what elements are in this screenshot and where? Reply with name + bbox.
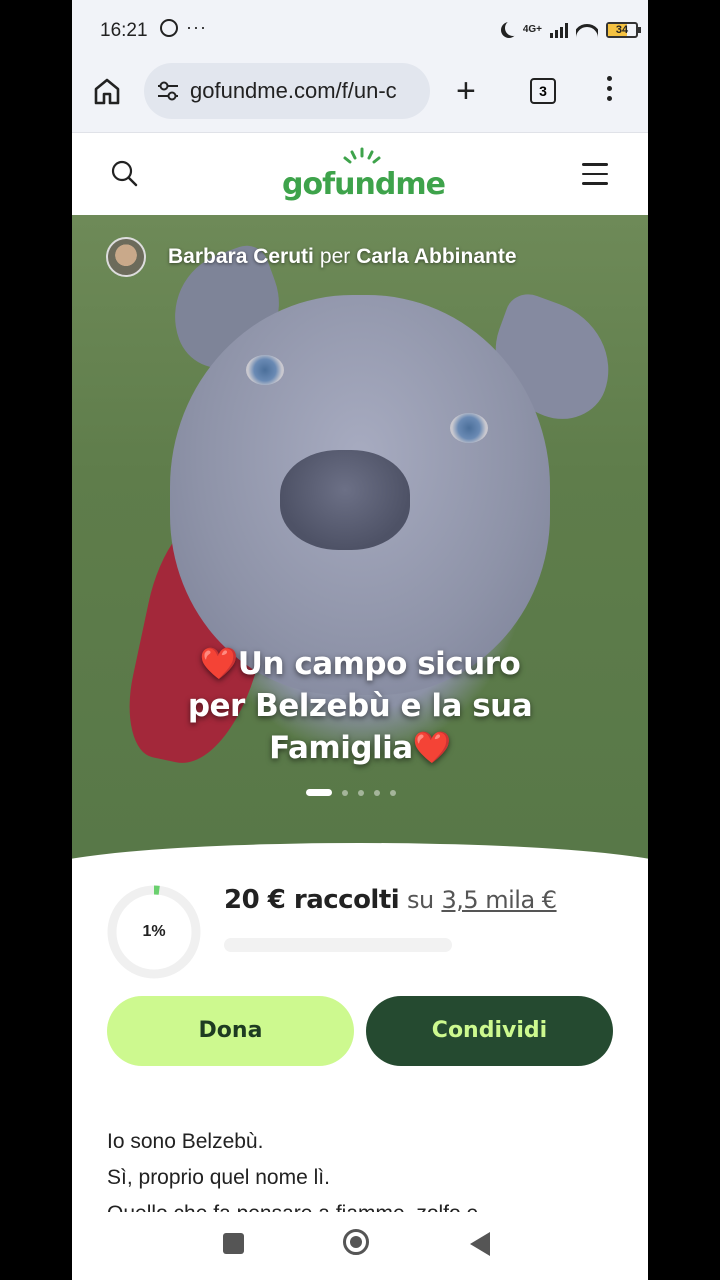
address-bar[interactable]: gofundme.com/f/un-c [144,63,430,119]
organizer-avatar[interactable] [106,237,146,277]
url-text: gofundme.com/f/un-c [190,78,397,103]
battery-icon: 34 [606,22,641,38]
dog-eye-left [246,355,284,385]
battery-level: 34 [615,24,629,36]
story-line: Sì, proprio quel nome lì. [107,1166,330,1189]
hero-curve-divider [72,843,648,860]
site-header: gofundme [72,133,648,215]
gofundme-logo[interactable]: gofundme [282,147,446,203]
new-tab-icon[interactable]: + [456,74,476,108]
home-icon[interactable] [92,76,122,106]
recents-button[interactable] [223,1233,244,1254]
dog-eye-right [450,413,488,443]
home-button[interactable] [343,1229,369,1255]
status-time: 16:21 [100,20,148,41]
tab-switcher-button[interactable]: 3 [530,78,556,104]
progress-bar-track [224,938,452,952]
organizer-name: Barbara Ceruti [168,245,314,268]
goal-amount[interactable]: 3,5 mila € [441,886,557,914]
wifi-icon [576,22,598,38]
donate-button[interactable]: Dona [107,996,354,1066]
status-icons: 4G+ 34 [499,18,641,42]
search-icon[interactable] [110,159,138,187]
beneficiary-name: Carla Abbinante [356,245,517,268]
raised-su: su [406,886,434,914]
signal-icon [550,22,568,38]
title-line-1: Un campo sicuro [237,646,521,682]
dog-nose [280,450,410,550]
browser-toolbar: gofundme.com/f/un-c + 3 [72,60,648,133]
title-line-2: per Belzebù e la sua [187,688,533,724]
do-not-disturb-icon [505,20,521,36]
network-type: 4G+ [522,24,542,35]
raised-amount: 20 € raccolti [224,885,400,915]
progress-percent: 1% [142,923,166,940]
carousel-dots[interactable] [306,789,396,796]
system-nav-bar [72,1212,648,1280]
hero-image[interactable]: Barbara Ceruti per Carla Abbinante ❤️Un … [72,215,648,860]
logo-text: gofundme [282,167,446,202]
status-bar: 16:21 ··· 4G+ 34 [72,0,648,60]
story-line: Quello che fa pensare a fiamme, zolfo e [107,1196,607,1212]
carousel-dot[interactable] [390,789,396,796]
carousel-dot[interactable] [306,789,332,796]
back-button[interactable] [470,1232,490,1256]
carousel-dot[interactable] [342,789,348,796]
title-line-3: Famiglia [269,730,413,766]
heart-icon: ❤️ [199,646,239,682]
story-line: Io sono Belzebù. [107,1130,264,1153]
fundraiser-title: ❤️Un campo sicuro per Belzebù e la sua F… [132,643,588,769]
hamburger-menu-icon[interactable] [582,163,608,192]
organizer-line: Barbara Ceruti per Carla Abbinante [106,237,517,277]
more-notifications-icon: ··· [186,17,207,37]
phone-screen: 16:21 ··· 4G+ 34 gofundme.com/f/un-c + 3 [72,0,648,1280]
carousel-dot[interactable] [358,789,364,796]
organizer-per: per [319,245,351,268]
browser-menu-icon[interactable] [606,76,614,106]
whatsapp-icon [160,19,178,37]
site-settings-icon[interactable] [154,77,182,105]
story-text: Io sono Belzebù. Sì, proprio quel nome l… [107,1124,607,1212]
amount-raised: 20 € raccolti su 3,5 mila € [224,885,557,915]
heart-icon: ❤️ [412,730,452,766]
share-button[interactable]: Condividi [366,996,613,1066]
carousel-dot[interactable] [374,789,380,796]
